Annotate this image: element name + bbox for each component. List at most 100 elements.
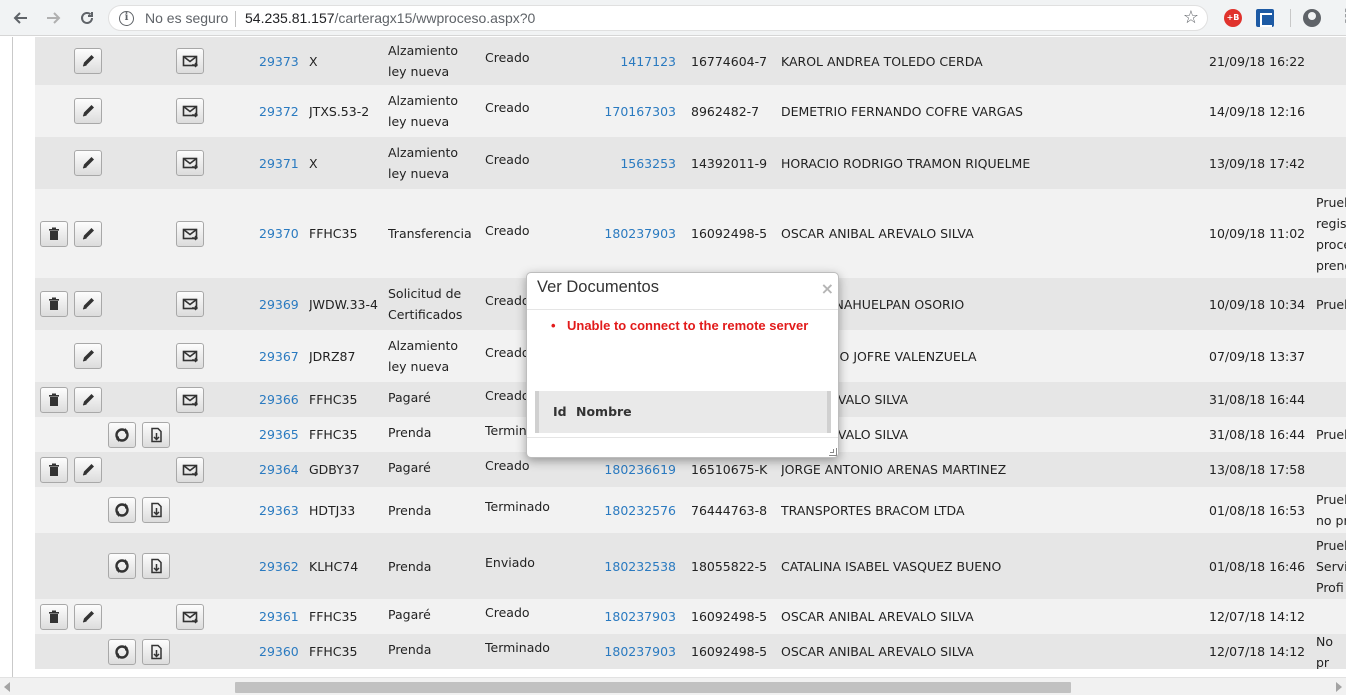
edit-button[interactable] <box>74 150 102 176</box>
process-id-link[interactable]: 29361 <box>259 599 299 634</box>
download-document-button[interactable] <box>142 497 170 523</box>
operation-link[interactable]: 180232576 <box>595 487 676 533</box>
rut-cell: 18055822-5 <box>691 558 768 574</box>
scroll-left-arrow-icon[interactable] <box>4 682 10 692</box>
send-mail-button[interactable] <box>176 220 204 247</box>
pencil-icon <box>80 348 96 364</box>
process-type-cell: Alzamiento ley nueva <box>388 93 459 129</box>
table-row: 29371 X Alzamiento ley nueva Creado 1563253 1… <box>35 137 1346 189</box>
status-cell: Creado <box>485 152 530 167</box>
delete-button[interactable] <box>40 456 68 483</box>
process-id-link[interactable]: 29372 <box>259 85 299 137</box>
process-id-link[interactable]: 29360 <box>259 634 299 669</box>
process-id-link[interactable]: 29362 <box>259 533 299 599</box>
client-name-cell: DEMETRIO FERNANDO COFRE VARGAS <box>781 103 1023 119</box>
send-mail-button[interactable] <box>176 98 204 124</box>
operation-link[interactable]: 170167303 <box>595 85 676 137</box>
horizontal-scrollbar[interactable] <box>0 677 1346 695</box>
operation-link[interactable]: 1563253 <box>595 137 676 189</box>
extension-blue-icon[interactable] <box>1256 9 1274 27</box>
send-mail-button[interactable] <box>176 386 204 413</box>
date-cell: 10/09/18 11:02 <box>1209 226 1306 241</box>
process-id-link[interactable]: 29365 <box>259 417 299 452</box>
process-id-link[interactable]: 29364 <box>259 452 299 487</box>
dialog-divider <box>527 309 838 310</box>
sync-button[interactable] <box>108 421 136 448</box>
operation-link[interactable]: 180237903 <box>595 634 676 669</box>
documents-table-header: Id Nombre <box>535 391 831 433</box>
operation-link[interactable]: 1417123 <box>595 37 676 85</box>
plate-cell: FFHC35 <box>309 609 358 624</box>
edit-button[interactable] <box>74 603 102 630</box>
edit-button[interactable] <box>74 48 102 74</box>
delete-button[interactable] <box>40 220 68 247</box>
process-id-link[interactable]: 29367 <box>259 330 299 382</box>
back-arrow-icon[interactable] <box>9 7 31 29</box>
url-text[interactable]: 54.235.81.157/carteragx15/wwproceso.aspx… <box>245 10 535 26</box>
bookmark-star-icon[interactable]: ☆ <box>1183 7 1199 28</box>
status-cell: Terminado <box>485 640 550 655</box>
trash-icon <box>46 226 62 242</box>
date-cell: 31/08/18 16:44 <box>1209 427 1306 442</box>
plate-cell: GDBY37 <box>309 462 360 477</box>
process-id-link[interactable]: 29370 <box>259 189 299 278</box>
sync-button[interactable] <box>108 497 136 523</box>
sync-button[interactable] <box>108 553 136 579</box>
edit-button[interactable] <box>74 220 102 247</box>
download-document-button[interactable] <box>142 421 170 448</box>
plate-cell: FFHC35 <box>309 644 358 659</box>
mail-send-icon <box>182 53 198 69</box>
pencil-icon <box>80 296 96 312</box>
process-id-link[interactable]: 29369 <box>259 278 299 330</box>
operation-link[interactable]: 180232538 <box>595 533 676 599</box>
pencil-icon <box>80 462 96 478</box>
edit-button[interactable] <box>74 98 102 124</box>
scrollbar-thumb[interactable] <box>235 682 1071 693</box>
send-mail-button[interactable] <box>176 150 204 176</box>
resize-handle[interactable] <box>829 448 837 456</box>
dialog-title: Ver Documentos <box>537 278 659 296</box>
profile-avatar-icon[interactable] <box>1303 9 1321 27</box>
operation-link[interactable]: 180237903 <box>595 189 676 278</box>
process-type-cell: Pagaré <box>388 460 431 475</box>
client-name-cell: OSCAR ANIBAL AREVALO SILVA <box>781 609 974 624</box>
extension-red-icon[interactable]: +B <box>1224 9 1242 27</box>
observation-cell <box>1316 382 1346 417</box>
process-id-link[interactable]: 29363 <box>259 487 299 533</box>
rut-cell: 16092498-5 <box>691 226 768 241</box>
client-name-cell: JORGE ANTONIO ARENAS MARTINEZ <box>781 462 1007 477</box>
delete-button[interactable] <box>40 603 68 630</box>
download-document-button[interactable] <box>142 638 170 665</box>
close-icon[interactable]: × <box>821 279 834 298</box>
edit-button[interactable] <box>74 291 102 317</box>
send-mail-button[interactable] <box>176 343 204 369</box>
delete-button[interactable] <box>40 291 68 317</box>
scroll-right-arrow-icon[interactable] <box>1336 682 1342 692</box>
download-document-button[interactable] <box>142 553 170 579</box>
mail-send-icon <box>182 348 198 364</box>
delete-button[interactable] <box>40 386 68 413</box>
reload-icon[interactable] <box>76 7 98 29</box>
rut-cell: 16092498-5 <box>691 609 768 624</box>
forward-arrow-icon[interactable] <box>43 7 65 29</box>
send-mail-button[interactable] <box>176 456 204 483</box>
document-download-icon <box>148 558 164 574</box>
mail-send-icon <box>182 609 198 625</box>
process-type-cell: Alzamiento ley nueva <box>388 43 459 79</box>
send-mail-button[interactable] <box>176 291 204 317</box>
address-bar[interactable]: i No es seguro 54.235.81.157/carteragx15… <box>108 5 1208 31</box>
operation-link[interactable]: 180237903 <box>595 599 676 634</box>
send-mail-button[interactable] <box>176 48 204 74</box>
process-id-link[interactable]: 29366 <box>259 382 299 417</box>
info-icon[interactable]: i <box>119 11 134 26</box>
sync-button[interactable] <box>108 638 136 665</box>
sync-icon <box>114 644 130 660</box>
browser-menu-icon[interactable]: ⋮ <box>1338 6 1346 27</box>
edit-button[interactable] <box>74 343 102 369</box>
date-cell: 01/08/18 16:53 <box>1209 502 1306 518</box>
process-id-link[interactable]: 29371 <box>259 137 299 189</box>
edit-button[interactable] <box>74 456 102 483</box>
edit-button[interactable] <box>74 386 102 413</box>
send-mail-button[interactable] <box>176 603 204 630</box>
process-id-link[interactable]: 29373 <box>259 37 299 85</box>
